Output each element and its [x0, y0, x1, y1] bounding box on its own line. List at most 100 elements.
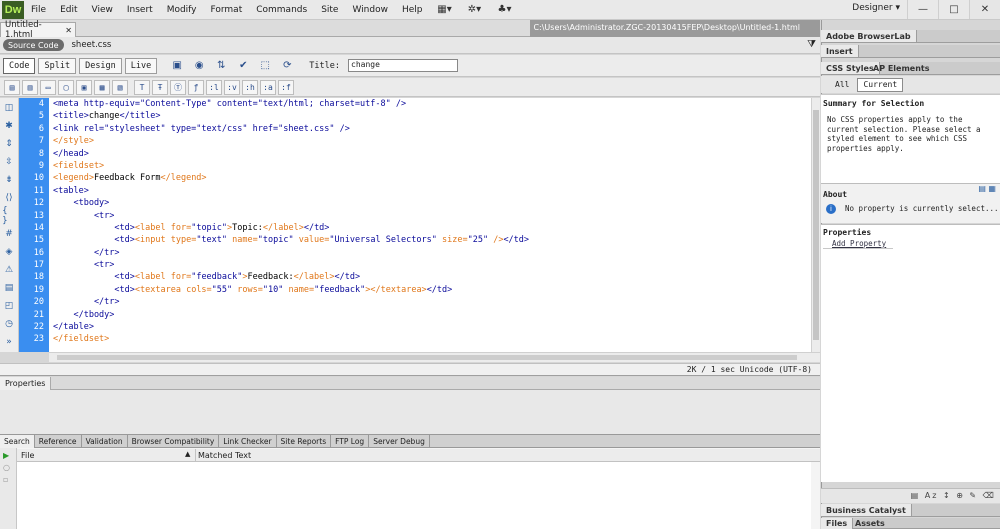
- column-matched-text[interactable]: Matched Text: [198, 451, 251, 460]
- split-view-button[interactable]: Split: [38, 57, 77, 74]
- tab-ftp-log[interactable]: FTP Log: [331, 435, 370, 448]
- collapse-full-tag-icon[interactable]: ⇕: [2, 138, 16, 150]
- code-line[interactable]: <td><textarea cols="55" rows="10" name="…: [49, 284, 811, 296]
- save-report-icon[interactable]: ▫: [3, 475, 13, 484]
- gear-icon[interactable]: ✲▾: [460, 2, 490, 18]
- code-line[interactable]: <fieldset>: [49, 160, 811, 172]
- snippet-a-icon[interactable]: :a: [260, 79, 276, 95]
- tab-validation[interactable]: Validation: [82, 435, 128, 448]
- snippet-v-icon[interactable]: :v: [224, 79, 240, 95]
- css-mode-current[interactable]: Current: [857, 77, 904, 92]
- menu-insert[interactable]: Insert: [120, 5, 160, 15]
- minimize-button[interactable]: —: [907, 0, 938, 19]
- code-line[interactable]: <tr>: [49, 210, 811, 222]
- code-line[interactable]: <legend>Feedback Form</legend>: [49, 172, 811, 184]
- wrap-tag-icon[interactable]: Ⓣ: [170, 79, 186, 95]
- code-line[interactable]: </tr>: [49, 247, 811, 259]
- stop-icon[interactable]: ○: [3, 463, 13, 472]
- select-parent-tag-icon[interactable]: ▦: [94, 79, 110, 95]
- code-line[interactable]: <table>: [49, 185, 811, 197]
- tab-reference[interactable]: Reference: [35, 435, 82, 448]
- menu-modify[interactable]: Modify: [160, 5, 204, 15]
- menu-format[interactable]: Format: [204, 5, 250, 15]
- code-line[interactable]: </style>: [49, 135, 811, 147]
- css-mode-all[interactable]: All: [830, 79, 854, 91]
- more-tools-icon[interactable]: »: [2, 336, 16, 348]
- menu-file[interactable]: File: [24, 5, 53, 15]
- ap-elements-tab[interactable]: AP Elements: [869, 62, 934, 74]
- design-view-button[interactable]: Design: [79, 57, 122, 74]
- highlight-invalid-icon[interactable]: ◈: [2, 246, 16, 258]
- code-line[interactable]: </head>: [49, 148, 811, 160]
- code-horizontal-scrollbar[interactable]: [49, 352, 820, 362]
- snippet-f-icon[interactable]: :f: [278, 79, 294, 95]
- tab-search[interactable]: Search: [0, 435, 35, 448]
- multiscreen-icon[interactable]: ▣: [167, 58, 187, 74]
- code-line[interactable]: </tbody>: [49, 309, 811, 321]
- code-line[interactable]: <td><label for="topic">Topic:</label></t…: [49, 222, 811, 234]
- balance-braces-icon[interactable]: ▧: [112, 79, 128, 95]
- expand-all-left-icon[interactable]: ⇟: [2, 174, 16, 186]
- select-parent-left-icon[interactable]: ⟨⟩: [2, 192, 16, 204]
- column-file[interactable]: File: [21, 451, 34, 460]
- show-code-navigator-icon[interactable]: ▥: [22, 79, 38, 95]
- wrap-tag-left-icon[interactable]: ◰: [2, 300, 16, 312]
- code-vertical-scrollbar[interactable]: [811, 98, 820, 352]
- snippet-l-icon[interactable]: :l: [206, 79, 222, 95]
- business-catalyst-tab[interactable]: Business Catalyst: [821, 504, 912, 516]
- expand-all-icon[interactable]: ▣: [76, 79, 92, 95]
- tab-server-debug[interactable]: Server Debug: [369, 435, 430, 448]
- open-documents-icon[interactable]: ▤: [4, 79, 20, 95]
- syntax-error-icon[interactable]: ⚠: [2, 264, 16, 276]
- code-line[interactable]: <tbody>: [49, 197, 811, 209]
- recent-snippets-icon[interactable]: ◷: [2, 318, 16, 330]
- sort-arrow-icon[interactable]: ▲: [185, 450, 190, 458]
- workspace-switcher[interactable]: Designer ▾: [852, 3, 900, 13]
- code-view-button[interactable]: Code: [3, 57, 36, 74]
- add-property-link[interactable]: Add Property: [832, 239, 886, 248]
- check-browser-icon[interactable]: ⬚: [255, 58, 275, 74]
- properties-tab[interactable]: Properties: [0, 377, 52, 390]
- close-tab-icon[interactable]: ✕: [65, 26, 72, 35]
- code-line[interactable]: </fieldset>: [49, 333, 811, 345]
- insert-tab[interactable]: Insert: [821, 45, 859, 57]
- code-line[interactable]: </table>: [49, 321, 811, 333]
- balance-braces-left-icon[interactable]: { }: [2, 206, 16, 226]
- menu-edit[interactable]: Edit: [53, 5, 84, 15]
- snippet-h-icon[interactable]: :h: [242, 79, 258, 95]
- tab-site-reports[interactable]: Site Reports: [277, 435, 332, 448]
- menu-window[interactable]: Window: [345, 5, 395, 15]
- apply-comment-left-icon[interactable]: ▤: [2, 282, 16, 294]
- w3c-validate-icon[interactable]: ✔: [233, 58, 253, 74]
- code-line[interactable]: <tr>: [49, 259, 811, 271]
- site-manage-icon[interactable]: ♣▾: [490, 2, 520, 18]
- filter-icon[interactable]: ⧩: [807, 39, 816, 50]
- results-list[interactable]: [17, 462, 811, 529]
- tab-browser-compatibility[interactable]: Browser Compatibility: [128, 435, 220, 448]
- layout-icon[interactable]: ▦▾: [430, 2, 460, 18]
- remove-comment-icon[interactable]: Ŧ: [152, 79, 168, 95]
- refresh-icon[interactable]: ⟳: [277, 58, 297, 74]
- collapse-tag-icon[interactable]: ▭: [40, 79, 56, 95]
- document-tab[interactable]: Untitled-1.html ✕: [0, 20, 76, 40]
- preview-browser-icon[interactable]: ◉: [189, 58, 209, 74]
- code-editor[interactable]: <meta http-equiv="Content-Type" content=…: [49, 98, 811, 352]
- maximize-button[interactable]: □: [938, 0, 969, 19]
- code-line[interactable]: <link rel="stylesheet" type="text/css" h…: [49, 123, 811, 135]
- code-line[interactable]: </tr>: [49, 296, 811, 308]
- open-file-icon[interactable]: ◫: [2, 102, 16, 114]
- play-icon[interactable]: ▶: [3, 451, 13, 460]
- collapse-selection-icon[interactable]: ▢: [58, 79, 74, 95]
- files-tab[interactable]: Files: [821, 518, 854, 529]
- menu-help[interactable]: Help: [395, 5, 430, 15]
- menu-view[interactable]: View: [85, 5, 120, 15]
- rule-toggle-icons[interactable]: ▤ ▦: [978, 184, 996, 193]
- tab-link-checker[interactable]: Link Checker: [219, 435, 277, 448]
- code-line[interactable]: <meta http-equiv="Content-Type" content=…: [49, 98, 811, 110]
- code-line[interactable]: <title>change</title>: [49, 110, 811, 122]
- assets-tab[interactable]: Assets: [851, 518, 889, 529]
- close-button[interactable]: ✕: [969, 0, 1000, 19]
- related-file-sheet-css[interactable]: sheet.css: [72, 40, 112, 50]
- star-icon[interactable]: ✱: [2, 120, 16, 132]
- title-input[interactable]: change: [348, 59, 458, 72]
